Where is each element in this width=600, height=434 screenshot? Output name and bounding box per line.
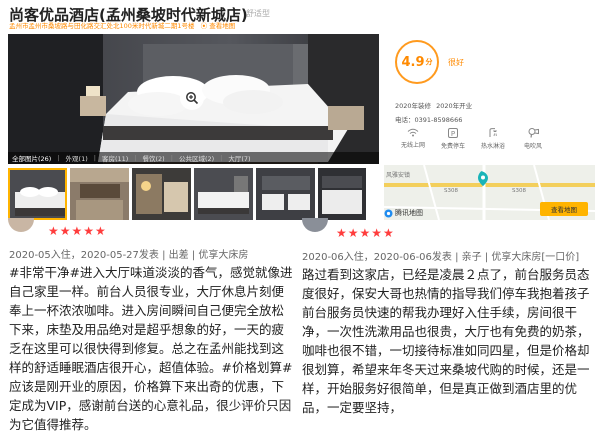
map-pin-icon: ⦿	[201, 22, 208, 30]
view-map-label: 查看地图	[209, 22, 235, 30]
review-stars: ★★★★★	[336, 226, 395, 240]
review-stars: ★★★★★	[48, 224, 107, 238]
amenity-parking: P 免费停车	[433, 128, 473, 150]
thumbnail[interactable]	[194, 168, 253, 220]
score-badge: 4.9分	[395, 40, 439, 84]
review-text: #非常干净#进入大厅味道淡淡的香气，感觉就像进自己家里一样。前台人员很专业，大厅…	[9, 263, 295, 434]
amenity-wifi: 无线上网	[393, 128, 433, 149]
photo-tab-all[interactable]: 全部图片(26)	[12, 153, 51, 163]
amenity-label: 电吹风	[524, 143, 542, 150]
thumbnail[interactable]	[318, 168, 366, 220]
reviewer-avatar[interactable]	[302, 218, 330, 232]
photo-tab-public-area[interactable]: 公共区域(2)	[179, 153, 214, 163]
hotel-type-tag: 舒适型	[246, 8, 270, 19]
map-brand: 腾讯地图	[384, 208, 423, 218]
map-brand-name: 腾讯地图	[395, 208, 423, 218]
view-map-button[interactable]: 查看地图	[540, 202, 588, 216]
rating-word: 很好	[448, 57, 464, 68]
phone-number: 0391-8598666	[415, 116, 463, 124]
photo-thumbnails	[8, 168, 366, 220]
review-meta: 2020-06入住，2020-06-06发表 | 亲子 | 优享大床房[一口价]	[302, 248, 579, 263]
opened-year: 2020年开业	[436, 102, 472, 110]
info-phone: 电话：0391-8598666	[395, 114, 462, 124]
amenity-label: 无线上网	[401, 142, 425, 149]
review-text: 路过看到这家店，已经是凌晨２点了，前台服务员态度很好，保安大哥也热情的指导我们停…	[302, 265, 596, 417]
phone-label: 电话：	[395, 116, 415, 124]
thumbnail[interactable]	[132, 168, 191, 220]
address-text: 孟州市孟州市桑坡路与田化路交汇处北100米时代新城二期1号楼	[9, 22, 195, 30]
photo-tab-rooms[interactable]: 客房(11)	[102, 153, 128, 163]
svg-text:P: P	[451, 130, 455, 138]
score-unit: 分	[426, 57, 433, 67]
wifi-icon	[407, 128, 419, 137]
shower-icon	[488, 128, 499, 138]
tencent-map-logo-icon	[384, 209, 393, 218]
photo-category-tabs: 全部图片(26)| 外观(1)| 客房(11)| 餐饮(2)| 公共区域(2)|…	[8, 152, 379, 164]
thumbnail[interactable]	[8, 168, 67, 220]
hotel-address: 孟州市孟州市桑坡路与田化路交汇处北100米时代新城二期1号楼 ⦿ 查看地图	[9, 20, 235, 30]
zoom-button[interactable]	[180, 86, 204, 110]
score-value: 4.9	[401, 55, 424, 70]
amenity-shower: 热水淋浴	[473, 128, 513, 150]
hairdryer-icon	[528, 128, 539, 138]
photo-tab-exterior[interactable]: 外观(1)	[66, 153, 88, 163]
amenity-label: 热水淋浴	[481, 143, 505, 150]
map-road-label: S308	[512, 188, 526, 194]
thumbnail[interactable]	[70, 168, 129, 220]
review-meta: 2020-05入住，2020-05-27发表 | 出差 | 优享大床房	[9, 246, 248, 261]
amenity-label: 免费停车	[441, 143, 465, 150]
thumbnail[interactable]	[256, 168, 315, 220]
map-road-label: S308	[444, 188, 458, 194]
photo-tab-dining[interactable]: 餐饮(2)	[143, 153, 165, 163]
photo-tab-lobby[interactable]: 大厅(7)	[228, 153, 250, 163]
decorated-year: 2020年装修	[395, 102, 431, 110]
info-dates: 2020年装修 2020年开业	[395, 100, 472, 110]
parking-icon: P	[448, 128, 458, 138]
map-place-label: 风雅安镇	[386, 170, 410, 179]
reviewer-avatar[interactable]	[8, 218, 36, 232]
zoom-icon	[185, 91, 199, 105]
view-map-link[interactable]: ⦿ 查看地图	[201, 22, 236, 30]
amenity-hairdryer: 电吹风	[513, 128, 553, 150]
